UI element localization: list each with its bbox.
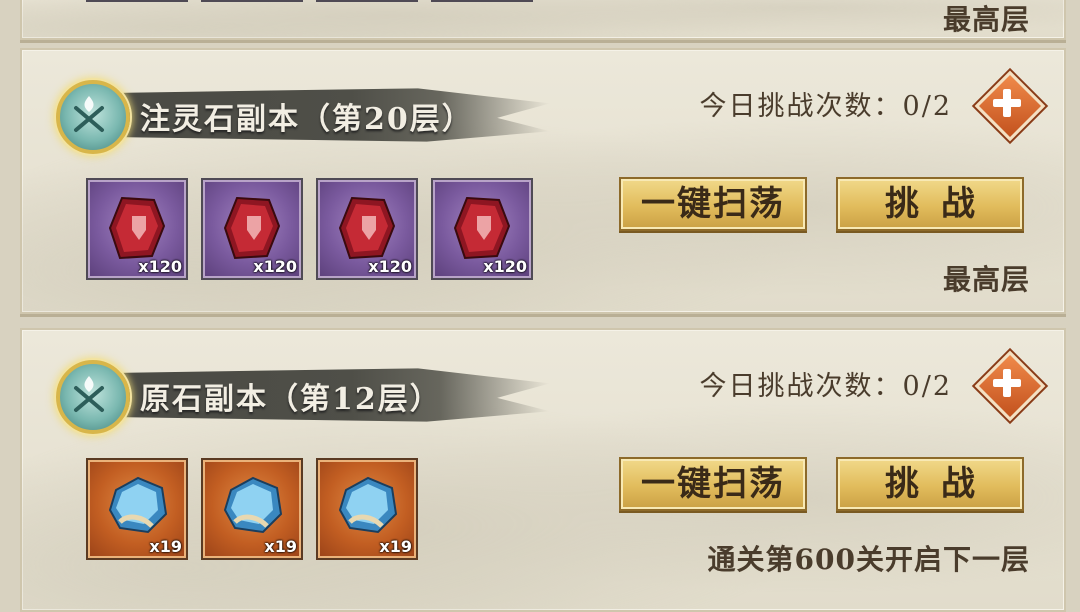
dungeon-emblem-icon	[56, 360, 130, 434]
reward-quantity: x120	[253, 257, 297, 276]
dungeon-title: 注灵石副本（第20层）	[140, 102, 474, 137]
dungeon-panel-previous: 最高层	[20, 0, 1066, 40]
blue-ore-stone-icon	[108, 476, 168, 534]
blue-ore-stone-icon	[338, 476, 398, 534]
red-spirit-stone-icon	[223, 196, 281, 260]
red-spirit-stone-icon	[108, 196, 166, 260]
daily-challenge-count: 今日挑战次数：0/2	[700, 84, 952, 123]
challenge-button[interactable]: 挑战	[836, 457, 1024, 511]
dungeon-emblem-icon	[56, 80, 130, 154]
unlock-requirement-note: 通关第600关开启下一层	[707, 543, 1030, 576]
challenge-count-value: 0/2	[902, 91, 952, 122]
sweep-button[interactable]: 一键扫荡	[619, 177, 807, 231]
challenge-count-label: 今日挑战次数：	[699, 371, 903, 402]
reward-list: x120 x120 x120 x120	[86, 178, 533, 280]
panel-background-art	[22, 0, 1064, 38]
blue-ore-stone-icon	[223, 476, 283, 534]
reward-item[interactable]: x120	[201, 178, 303, 280]
reward-list: x19 x19 x19	[86, 458, 418, 560]
reward-quantity: x120	[138, 257, 182, 276]
reward-item[interactable]: x19	[201, 458, 303, 560]
plus-icon-bar	[1003, 369, 1011, 397]
reward-item[interactable]: x120	[316, 178, 418, 280]
add-attempts-button[interactable]	[974, 350, 1046, 422]
reward-slot-edge	[201, 0, 303, 2]
reward-item[interactable]: x19	[316, 458, 418, 560]
daily-challenge-count: 今日挑战次数：0/2	[700, 364, 952, 403]
reward-quantity: x19	[149, 537, 182, 556]
add-attempts-button[interactable]	[974, 70, 1046, 142]
reward-item[interactable]: x120	[86, 178, 188, 280]
red-spirit-stone-icon	[453, 196, 511, 260]
dungeon-panel-ore-stone: 原石副本（第12层） 今日挑战次数：0/2 x19 x19 x19 一键扫荡 挑…	[20, 328, 1066, 612]
reward-slot-edge	[86, 0, 188, 2]
floor-note: 最高层	[942, 3, 1030, 36]
floor-note: 最高层	[942, 263, 1030, 296]
challenge-count-value: 0/2	[902, 371, 952, 402]
challenge-button[interactable]: 挑战	[836, 177, 1024, 231]
reward-quantity: x19	[264, 537, 297, 556]
sweep-button[interactable]: 一键扫荡	[619, 457, 807, 511]
dungeon-title: 原石副本（第12层）	[140, 382, 442, 417]
red-spirit-stone-icon	[338, 196, 396, 260]
reward-quantity: x120	[483, 257, 527, 276]
reward-slot-edge	[316, 0, 418, 2]
challenge-count-label: 今日挑战次数：	[699, 91, 903, 122]
plus-icon-bar	[1003, 89, 1011, 117]
dungeon-panel-spirit-stone: 注灵石副本（第20层） 今日挑战次数：0/2 x120 x120 x120 x1…	[20, 48, 1066, 314]
reward-quantity: x120	[368, 257, 412, 276]
reward-item[interactable]: x120	[431, 178, 533, 280]
reward-slot-edge	[431, 0, 533, 2]
reward-item[interactable]: x19	[86, 458, 188, 560]
reward-quantity: x19	[379, 537, 412, 556]
